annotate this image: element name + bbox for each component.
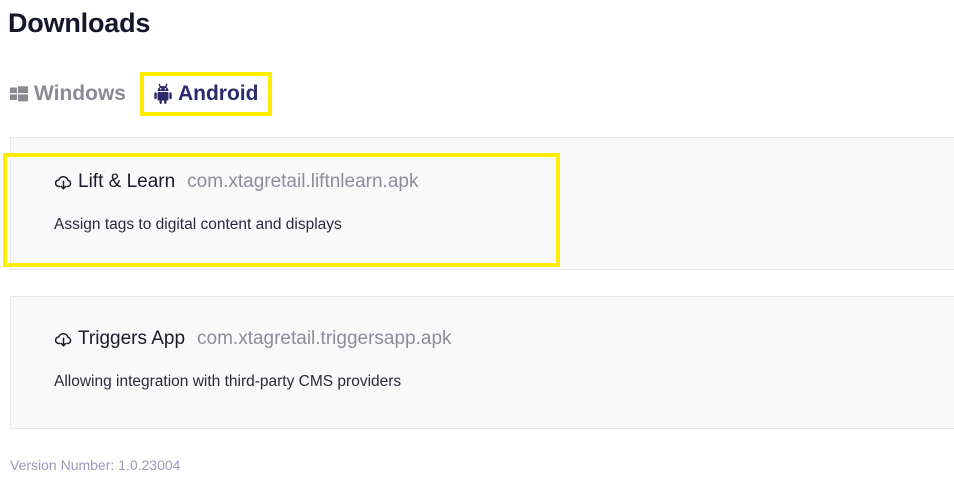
page-title: Downloads (8, 8, 151, 38)
app-description: Assign tags to digital content and displ… (54, 216, 342, 233)
tab-android[interactable]: Android (139, 72, 273, 116)
app-header: Lift & Learn com.xtagretail.liftnlearn.a… (55, 171, 418, 193)
app-name-link[interactable]: Lift & Learn (78, 171, 175, 193)
cloud-download-icon[interactable] (55, 332, 72, 347)
tab-windows[interactable]: Windows (10, 82, 126, 106)
app-card-lift-and-learn: Lift & Learn com.xtagretail.liftnlearn.a… (10, 137, 954, 270)
windows-icon (10, 86, 28, 102)
android-icon (154, 83, 172, 105)
app-file-name: com.xtagretail.triggersapp.apk (197, 328, 452, 349)
tab-android-label: Android (177, 82, 259, 105)
app-card-triggers-app: Triggers App com.xtagretail.triggersapp.… (10, 296, 954, 429)
app-name-link[interactable]: Triggers App (78, 328, 185, 350)
app-description: Allowing integration with third-party CM… (54, 373, 402, 390)
version-number: Version Number: 1.0.23004 (10, 457, 181, 473)
tab-windows-label: Windows (34, 82, 126, 105)
app-header: Triggers App com.xtagretail.triggersapp.… (55, 328, 452, 350)
platform-tabs: Windows Android (10, 72, 273, 116)
cloud-download-icon[interactable] (55, 175, 72, 190)
app-file-name: com.xtagretail.liftnlearn.apk (187, 171, 419, 192)
